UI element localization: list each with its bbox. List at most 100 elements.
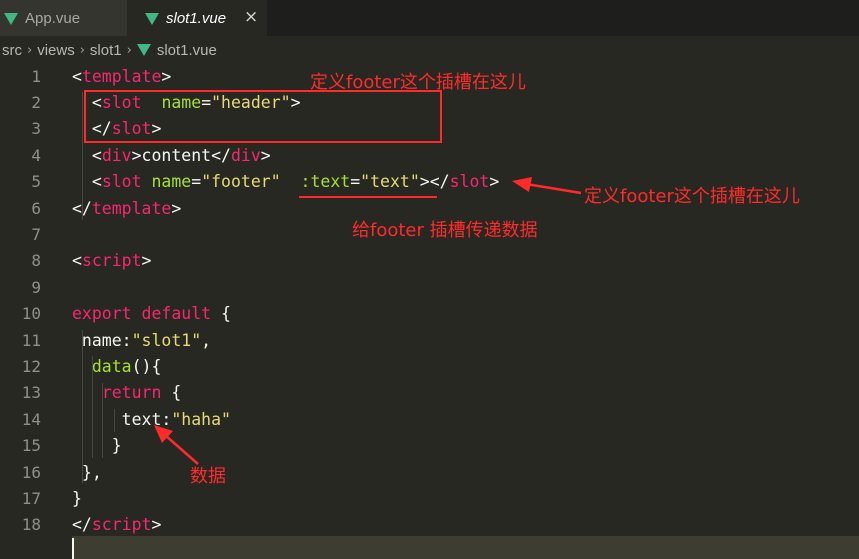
- line-number: 11: [21, 330, 41, 350]
- breadcrumb-item-views[interactable]: views: [37, 42, 75, 59]
- tab-slot1-vue[interactable]: slot1.vue ×: [127, 0, 267, 36]
- chevron-right-icon: ›: [27, 42, 33, 58]
- code-token: ></: [419, 172, 450, 192]
- code-text: }: [72, 436, 122, 455]
- code-text: text:"haha": [72, 410, 231, 429]
- indent-guide: [82, 92, 83, 221]
- code-token: >: [171, 198, 182, 218]
- code-text: return {: [72, 383, 181, 402]
- code-text: <template>: [72, 67, 171, 86]
- code-token: },: [72, 462, 102, 482]
- code-token: div: [101, 145, 132, 165]
- code-text: <slot name="footer" :text="text"></slot>: [72, 172, 499, 191]
- code-token: >: [161, 66, 172, 86]
- code-token: return: [101, 383, 162, 403]
- code-token: div: [230, 145, 261, 165]
- line-number: 16: [21, 462, 41, 482]
- code-text: <script>: [72, 251, 151, 270]
- code-line[interactable]: 18 </script>: [0, 512, 859, 538]
- line-number: 4: [31, 145, 41, 165]
- code-text: export default {: [72, 304, 231, 323]
- code-token: "footer": [201, 172, 281, 192]
- indent-guide: [82, 330, 83, 485]
- footer-prop-underline: [299, 196, 437, 198]
- vue-file-icon: [145, 13, 159, 25]
- code-token: >: [141, 251, 152, 271]
- code-token: >: [489, 172, 500, 192]
- code-token: script: [91, 515, 152, 535]
- annotation-define-right: 定义footer这个插槽在这儿: [584, 186, 800, 207]
- code-text: }: [72, 489, 82, 508]
- code-token: <: [72, 66, 82, 86]
- breadcrumb-item-file[interactable]: slot1.vue: [157, 42, 217, 59]
- code-line[interactable]: 13 return {: [0, 380, 859, 406]
- code-text: </script>: [72, 515, 161, 534]
- code-line[interactable]: 4 <div>content</div>: [0, 142, 859, 168]
- indent-guide: [114, 409, 115, 432]
- code-token: {: [211, 304, 231, 324]
- code-token: >content</: [131, 145, 231, 165]
- code-token: "slot1": [131, 330, 202, 350]
- code-line[interactable]: 10 export default {: [0, 301, 859, 327]
- code-line[interactable]: 11 name:"slot1",: [0, 327, 859, 353]
- code-token: <: [72, 145, 102, 165]
- breadcrumb: src › views › slot1 › slot1.vue: [0, 36, 859, 64]
- line-number: 5: [31, 172, 41, 192]
- annotation-pass-data: 给footer 插槽传递数据: [352, 220, 538, 241]
- code-token: "haha": [171, 409, 231, 429]
- code-line[interactable]: 14 text:"haha": [0, 406, 859, 432]
- close-icon[interactable]: ×: [244, 7, 258, 27]
- tab-bar: App.vue slot1.vue ×: [0, 0, 859, 36]
- code-line[interactable]: 8 <script>: [0, 248, 859, 274]
- code-token: <: [72, 251, 82, 271]
- line-number: 7: [31, 225, 41, 245]
- code-line[interactable]: 9: [0, 274, 859, 300]
- code-token: >: [260, 145, 271, 165]
- code-token: slot: [449, 172, 490, 192]
- line-number: 2: [31, 93, 41, 113]
- line-number: 14: [21, 409, 41, 429]
- indent-guide: [102, 382, 103, 458]
- code-token: text:: [72, 409, 172, 429]
- code-token: >: [151, 515, 162, 535]
- header-slot-highlight-box: [84, 90, 442, 143]
- annotation-data: 数据: [190, 466, 226, 487]
- line-number: 18: [21, 515, 41, 535]
- code-line[interactable]: 15 }: [0, 433, 859, 459]
- code-token: ,: [201, 330, 212, 350]
- code-line[interactable]: 17}: [0, 485, 859, 511]
- code-token: template: [91, 198, 172, 218]
- code-line[interactable]: 16 },: [0, 459, 859, 485]
- code-token: data: [91, 357, 132, 377]
- code-token: "text": [360, 172, 420, 192]
- code-text: name:"slot1",: [72, 331, 211, 350]
- chevron-right-icon: ›: [126, 42, 132, 58]
- code-token: }: [72, 489, 82, 509]
- code-token: name: [151, 172, 192, 192]
- code-token: {: [161, 383, 182, 403]
- code-line[interactable]: 12 data(){: [0, 353, 859, 379]
- code-token: default: [141, 304, 212, 324]
- breadcrumb-item-slot1[interactable]: slot1: [90, 42, 122, 59]
- line-number: 12: [21, 357, 41, 377]
- breadcrumb-item-src[interactable]: src: [2, 42, 22, 59]
- text-cursor: [72, 538, 74, 559]
- tab-label: App.vue: [25, 9, 81, 27]
- line-number: 6: [31, 198, 41, 218]
- code-token: <: [72, 172, 102, 192]
- code-token: slot: [101, 172, 142, 192]
- line-number: 15: [21, 436, 41, 456]
- line-number: 8: [31, 251, 41, 271]
- code-token: </: [72, 515, 92, 535]
- line-number: 3: [31, 119, 41, 139]
- code-token: }: [72, 436, 122, 456]
- tab-app-vue[interactable]: App.vue: [0, 0, 127, 36]
- line-number: 9: [31, 277, 41, 297]
- code-token: =: [350, 172, 361, 192]
- line-number: 10: [21, 304, 41, 324]
- code-token: (){: [131, 357, 162, 377]
- line-number: 1: [31, 66, 41, 86]
